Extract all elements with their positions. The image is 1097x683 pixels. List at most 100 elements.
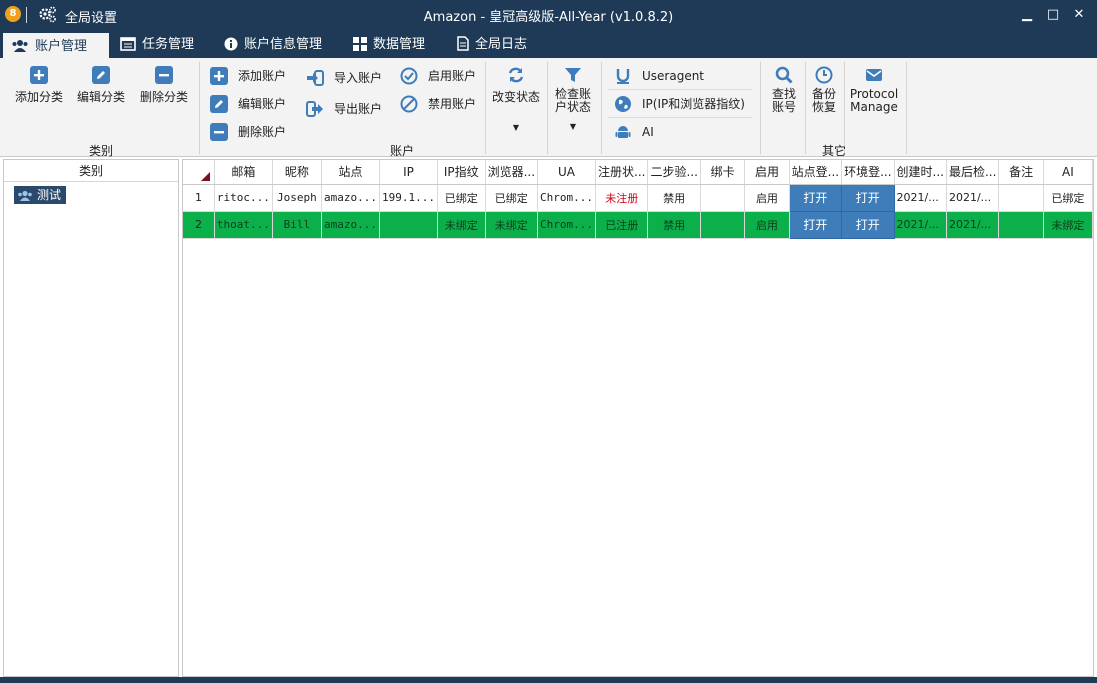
group-label-other: 其它 xyxy=(822,144,847,158)
cell-note[interactable] xyxy=(998,184,1044,212)
column-header[interactable]: 昵称 xyxy=(272,160,322,185)
table-row[interactable]: 1 ritoc... Joseph amazo... 199.1... 已绑定 … xyxy=(183,183,1093,212)
open-env-login-button[interactable]: 打开 xyxy=(841,210,895,239)
row-number[interactable]: 2 xyxy=(183,211,215,239)
cell-created[interactable]: 2021/... xyxy=(894,184,947,212)
button-label: 查找账号 xyxy=(771,87,796,114)
android-icon xyxy=(615,126,631,138)
check-account-status-button[interactable]: 检查账户状态 ▼ xyxy=(551,66,595,133)
change-status-button[interactable]: 改变状态 ▼ xyxy=(489,66,543,132)
column-header[interactable]: AI xyxy=(1043,160,1093,185)
list-icon xyxy=(120,37,136,51)
category-panel: 类别 测试 xyxy=(3,159,179,677)
add-category-button[interactable]: 添加分类 xyxy=(12,66,66,105)
cell-enabled[interactable]: 启用 xyxy=(744,184,790,212)
table-header-row: 邮箱 昵称 站点 IP IP指纹 浏览器... UA 注册状... 二步验...… xyxy=(183,160,1093,185)
row-number[interactable]: 1 xyxy=(183,184,215,212)
column-header[interactable]: 浏览器... xyxy=(485,160,539,185)
open-env-login-button[interactable]: 打开 xyxy=(841,183,895,212)
ribbon-divider xyxy=(760,62,761,154)
open-site-login-button[interactable]: 打开 xyxy=(788,210,843,239)
open-site-login-button[interactable]: 打开 xyxy=(788,183,843,212)
tab-account-info-management[interactable]: 账户信息管理 xyxy=(216,33,338,58)
column-header[interactable]: 最后检... xyxy=(946,160,1000,185)
group-label-account: 账户 xyxy=(390,144,415,158)
title-bar: 8 全局设置 Amazon - 皇冠高级版-All-Year (v1.0.8.2… xyxy=(0,0,1097,30)
cell-last-check[interactable]: 2021/... xyxy=(946,211,1000,239)
cell-last-check[interactable]: 2021/... xyxy=(946,184,1000,212)
chevron-down-icon[interactable]: ▼ xyxy=(551,120,595,133)
select-all-corner[interactable] xyxy=(183,160,215,185)
plus-icon xyxy=(210,67,228,85)
cell-site[interactable]: amazo... xyxy=(321,211,380,239)
users-icon xyxy=(18,190,32,201)
cell-card[interactable] xyxy=(700,184,746,212)
column-header[interactable]: 注册状... xyxy=(595,160,649,185)
find-account-button[interactable]: 查找账号 xyxy=(766,66,802,114)
close-button[interactable]: ✕ xyxy=(1069,5,1089,25)
protocol-manage-button[interactable]: Protocol Manage xyxy=(847,66,901,114)
button-label: 导出账户 xyxy=(334,102,383,116)
delete-category-button[interactable]: 删除分类 xyxy=(137,66,191,105)
cell-nickname[interactable]: Bill xyxy=(272,211,322,239)
column-header[interactable]: 站点登... xyxy=(789,160,843,185)
cell-enabled[interactable]: 启用 xyxy=(744,211,790,239)
button-label: AI xyxy=(642,125,654,139)
mail-icon xyxy=(866,69,882,81)
cell-register-status[interactable]: 已注册 xyxy=(595,211,649,239)
column-header[interactable]: 绑卡 xyxy=(700,160,746,185)
table-row[interactable]: 2 thoat... Bill amazo... 未绑定 未绑定 Chrom..… xyxy=(183,210,1093,239)
chevron-down-icon[interactable]: ▼ xyxy=(489,123,543,132)
tab-task-management[interactable]: 任务管理 xyxy=(112,33,212,58)
cell-nickname[interactable]: Joseph xyxy=(272,184,322,212)
ribbon-divider xyxy=(199,62,200,154)
cell-card[interactable] xyxy=(700,211,746,239)
column-header[interactable]: 站点 xyxy=(321,160,380,185)
search-icon xyxy=(775,66,793,84)
cell-created[interactable]: 2021/... xyxy=(894,211,947,239)
cell-ua[interactable]: Chrom... xyxy=(537,184,596,212)
column-header[interactable]: 启用 xyxy=(744,160,790,185)
cell-site[interactable]: amazo... xyxy=(321,184,380,212)
cell-ua[interactable]: Chrom... xyxy=(537,211,596,239)
maximize-button[interactable]: □ xyxy=(1043,5,1063,25)
column-header[interactable]: 邮箱 xyxy=(214,160,273,185)
minimize-button[interactable]: ▁ xyxy=(1017,5,1037,25)
tab-data-management[interactable]: 数据管理 xyxy=(345,33,445,58)
column-header[interactable]: 二步验... xyxy=(647,160,701,185)
column-header[interactable]: IP指纹 xyxy=(437,160,486,185)
cell-ip[interactable] xyxy=(379,211,438,239)
edit-category-button[interactable]: 编辑分类 xyxy=(74,66,128,105)
cell-email[interactable]: ritoc... xyxy=(214,184,273,212)
accounts-grid: 邮箱 昵称 站点 IP IP指纹 浏览器... UA 注册状... 二步验...… xyxy=(182,159,1094,677)
column-header[interactable]: 环境登... xyxy=(841,160,895,185)
tab-account-management[interactable]: 账户管理 xyxy=(3,33,109,58)
cell-ip[interactable]: 199.1... xyxy=(379,184,438,212)
column-header[interactable]: 备注 xyxy=(998,160,1044,185)
cell-ip-fingerprint[interactable]: 已绑定 xyxy=(437,184,486,212)
column-header[interactable]: UA xyxy=(537,160,596,185)
button-label: 导入账户 xyxy=(334,71,383,85)
cell-browser[interactable]: 未绑定 xyxy=(485,211,539,239)
cell-two-step[interactable]: 禁用 xyxy=(647,184,701,212)
column-header[interactable]: 创建时... xyxy=(894,160,947,185)
cell-ai[interactable]: 未绑定 xyxy=(1043,211,1093,239)
button-label: IP(IP和浏览器指纹) xyxy=(642,97,745,111)
cell-register-status[interactable]: 未注册 xyxy=(595,184,649,212)
users-icon xyxy=(12,40,28,52)
ribbon-divider xyxy=(601,62,602,154)
button-label: 编辑账户 xyxy=(238,97,287,111)
cell-ip-fingerprint[interactable]: 未绑定 xyxy=(437,211,486,239)
cell-browser[interactable]: 已绑定 xyxy=(485,184,539,212)
cell-two-step[interactable]: 禁用 xyxy=(647,211,701,239)
button-label: 改变状态 xyxy=(491,90,540,104)
tab-global-log[interactable]: 全局日志 xyxy=(449,33,549,58)
ribbon-divider xyxy=(844,62,845,154)
cell-email[interactable]: thoat... xyxy=(214,211,273,239)
backup-restore-button[interactable]: 备份恢复 xyxy=(806,66,842,114)
column-header[interactable]: IP xyxy=(379,160,438,185)
cell-ai[interactable]: 已绑定 xyxy=(1043,184,1093,212)
button-label: 禁用账户 xyxy=(428,97,477,111)
cell-note[interactable] xyxy=(998,211,1044,239)
category-item-test[interactable]: 测试 xyxy=(14,186,67,204)
